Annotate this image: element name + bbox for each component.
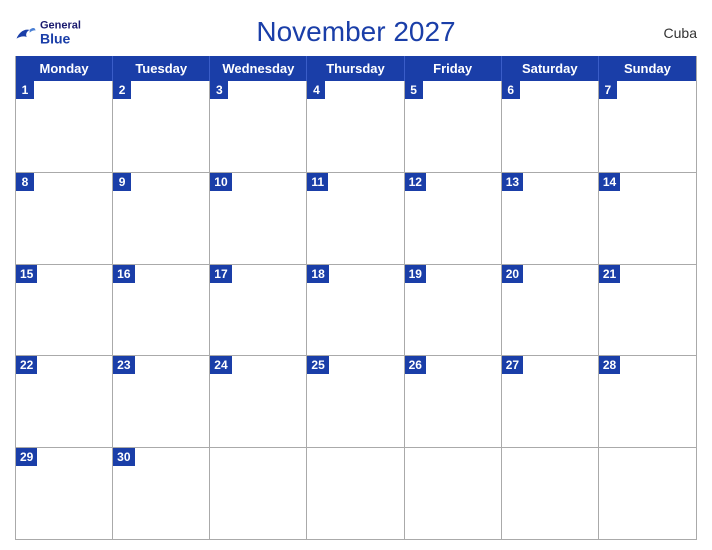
day-number: 6 xyxy=(502,81,520,99)
day-number: 22 xyxy=(16,356,37,374)
day-header-saturday: Saturday xyxy=(502,56,599,81)
logo-blue-text: Blue xyxy=(40,32,81,46)
day-cell-17: 17 xyxy=(210,265,307,356)
day-number: 15 xyxy=(16,265,37,283)
day-number: 28 xyxy=(599,356,620,374)
day-cell-14: 14 xyxy=(599,173,696,264)
empty-day-cell xyxy=(210,448,307,539)
day-cell-23: 23 xyxy=(113,356,210,447)
day-cell-4: 4 xyxy=(307,81,404,172)
day-cell-1: 1 xyxy=(16,81,113,172)
day-cell-22: 22 xyxy=(16,356,113,447)
day-cell-10: 10 xyxy=(210,173,307,264)
day-number: 14 xyxy=(599,173,620,191)
day-cell-3: 3 xyxy=(210,81,307,172)
day-number: 27 xyxy=(502,356,523,374)
day-number: 13 xyxy=(502,173,523,191)
day-number: 30 xyxy=(113,448,134,466)
day-number: 3 xyxy=(210,81,228,99)
empty-day-cell xyxy=(599,448,696,539)
day-number: 19 xyxy=(405,265,426,283)
day-cell-7: 7 xyxy=(599,81,696,172)
logo: General Blue xyxy=(15,21,81,46)
day-cell-9: 9 xyxy=(113,173,210,264)
day-cell-11: 11 xyxy=(307,173,404,264)
calendar: MondayTuesdayWednesdayThursdayFridaySatu… xyxy=(15,56,697,540)
day-cell-8: 8 xyxy=(16,173,113,264)
week-row-4: 22 23 24 25 26 27 28 xyxy=(16,356,696,448)
day-number: 12 xyxy=(405,173,426,191)
day-number: 23 xyxy=(113,356,134,374)
day-header-wednesday: Wednesday xyxy=(210,56,307,81)
day-cell-25: 25 xyxy=(307,356,404,447)
day-number: 26 xyxy=(405,356,426,374)
day-header-sunday: Sunday xyxy=(599,56,696,81)
day-number: 5 xyxy=(405,81,423,99)
day-header-thursday: Thursday xyxy=(307,56,404,81)
empty-day-cell xyxy=(502,448,599,539)
day-number: 2 xyxy=(113,81,131,99)
empty-day-cell xyxy=(307,448,404,539)
day-number: 1 xyxy=(16,81,34,99)
day-number: 9 xyxy=(113,173,131,191)
day-number: 10 xyxy=(210,173,231,191)
day-headers-row: MondayTuesdayWednesdayThursdayFridaySatu… xyxy=(16,56,696,81)
day-cell-26: 26 xyxy=(405,356,502,447)
day-number: 21 xyxy=(599,265,620,283)
day-cell-6: 6 xyxy=(502,81,599,172)
day-cell-29: 29 xyxy=(16,448,113,539)
day-cell-13: 13 xyxy=(502,173,599,264)
day-cell-5: 5 xyxy=(405,81,502,172)
calendar-title: November 2027 xyxy=(256,16,455,48)
day-number: 18 xyxy=(307,265,328,283)
calendar-header: General Blue November 2027 Cuba xyxy=(15,10,697,56)
day-number: 7 xyxy=(599,81,617,99)
empty-day-cell xyxy=(405,448,502,539)
day-cell-30: 30 xyxy=(113,448,210,539)
day-cell-27: 27 xyxy=(502,356,599,447)
day-number: 29 xyxy=(16,448,37,466)
day-number: 4 xyxy=(307,81,325,99)
day-cell-24: 24 xyxy=(210,356,307,447)
day-number: 11 xyxy=(307,173,328,191)
day-cell-21: 21 xyxy=(599,265,696,356)
day-cell-19: 19 xyxy=(405,265,502,356)
day-number: 24 xyxy=(210,356,231,374)
day-header-monday: Monday xyxy=(16,56,113,81)
day-number: 17 xyxy=(210,265,231,283)
day-cell-20: 20 xyxy=(502,265,599,356)
country-label: Cuba xyxy=(664,25,697,41)
week-row-3: 15 16 17 18 19 20 21 xyxy=(16,265,696,357)
week-row-1: 1 2 3 4 5 6 7 xyxy=(16,81,696,173)
day-cell-15: 15 xyxy=(16,265,113,356)
day-number: 8 xyxy=(16,173,34,191)
calendar-body: 1234567891011121314151617181920212223242… xyxy=(16,81,696,539)
day-cell-12: 12 xyxy=(405,173,502,264)
week-row-5: 29 30 xyxy=(16,448,696,539)
day-cell-28: 28 xyxy=(599,356,696,447)
week-row-2: 8 9 10 11 12 13 14 xyxy=(16,173,696,265)
day-cell-18: 18 xyxy=(307,265,404,356)
day-number: 25 xyxy=(307,356,328,374)
day-header-friday: Friday xyxy=(405,56,502,81)
logo-bird-icon xyxy=(15,25,37,41)
day-number: 20 xyxy=(502,265,523,283)
day-cell-2: 2 xyxy=(113,81,210,172)
day-cell-16: 16 xyxy=(113,265,210,356)
day-number: 16 xyxy=(113,265,134,283)
day-header-tuesday: Tuesday xyxy=(113,56,210,81)
